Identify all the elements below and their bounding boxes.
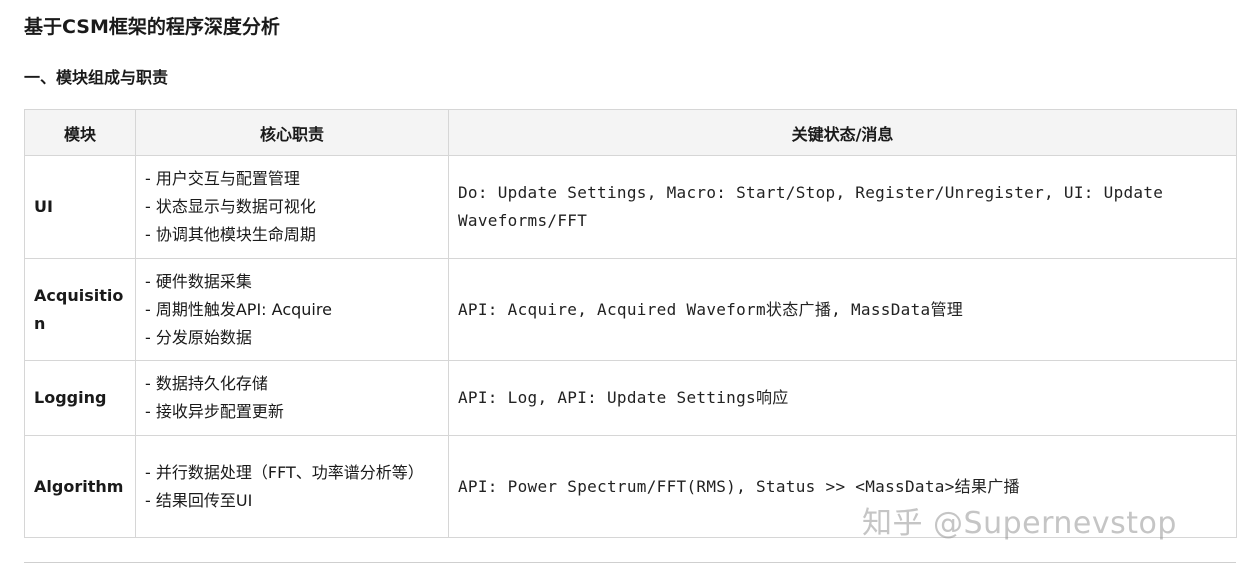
- responsibility-item: - 用户交互与配置管理: [145, 169, 300, 188]
- divider: [24, 562, 1236, 563]
- responsibility-item: - 结果回传至UI: [145, 490, 253, 510]
- header-module: 模块: [24, 109, 136, 156]
- responsibility-item: - 并行数据处理（FFT、功率谱分析等）: [145, 462, 424, 482]
- module-name: Acquisition: [24, 258, 136, 361]
- table-header-row: 模块 核心职责 关键状态/消息: [24, 109, 1237, 156]
- header-key-messages: 关键状态/消息: [448, 109, 1237, 156]
- module-name: Algorithm: [24, 435, 136, 538]
- responsibility-cell: - 用户交互与配置管理 - 状态显示与数据可视化 - 协调其他模块生命周期: [135, 155, 449, 259]
- responsibility-cell: - 硬件数据采集 - 周期性触发API: Acquire - 分发原始数据: [135, 258, 449, 361]
- responsibility-item: - 接收异步配置更新: [145, 402, 284, 421]
- module-table: 模块 核心职责 关键状态/消息 UI - 用户交互与配置管理 - 状态显示与数据…: [24, 109, 1237, 538]
- header-responsibility: 核心职责: [135, 109, 449, 156]
- responsibility-item: - 周期性触发API: Acquire: [145, 299, 332, 319]
- responsibility-item: - 状态显示与数据可视化: [145, 197, 316, 216]
- responsibility-item: - 分发原始数据: [145, 327, 252, 347]
- key-messages: Do: Update Settings, Macro: Start/Stop, …: [448, 155, 1237, 259]
- key-messages: API: Log, API: Update Settings响应: [448, 360, 1237, 436]
- responsibility-cell: - 数据持久化存储 - 接收异步配置更新: [135, 360, 449, 436]
- table-row: Logging - 数据持久化存储 - 接收异步配置更新 API: Log, A…: [24, 360, 1237, 436]
- responsibility-item: - 协调其他模块生命周期: [145, 225, 316, 244]
- table-row: Acquisition - 硬件数据采集 - 周期性触发API: Acquire…: [24, 258, 1237, 361]
- page-title: 基于CSM框架的程序深度分析: [24, 16, 280, 38]
- responsibility-item: - 数据持久化存储: [145, 374, 268, 393]
- module-name: UI: [24, 155, 136, 259]
- section-heading: 一、模块组成与职责: [24, 68, 169, 87]
- table-row: UI - 用户交互与配置管理 - 状态显示与数据可视化 - 协调其他模块生命周期…: [24, 155, 1237, 259]
- watermark: 知乎 @Supernevstop: [862, 506, 1177, 541]
- key-messages: API: Acquire, Acquired Waveform状态广播, Mas…: [448, 258, 1237, 361]
- responsibility-item: - 硬件数据采集: [145, 271, 252, 291]
- module-name: Logging: [24, 360, 136, 436]
- responsibility-cell: - 并行数据处理（FFT、功率谱分析等） - 结果回传至UI: [135, 435, 449, 538]
